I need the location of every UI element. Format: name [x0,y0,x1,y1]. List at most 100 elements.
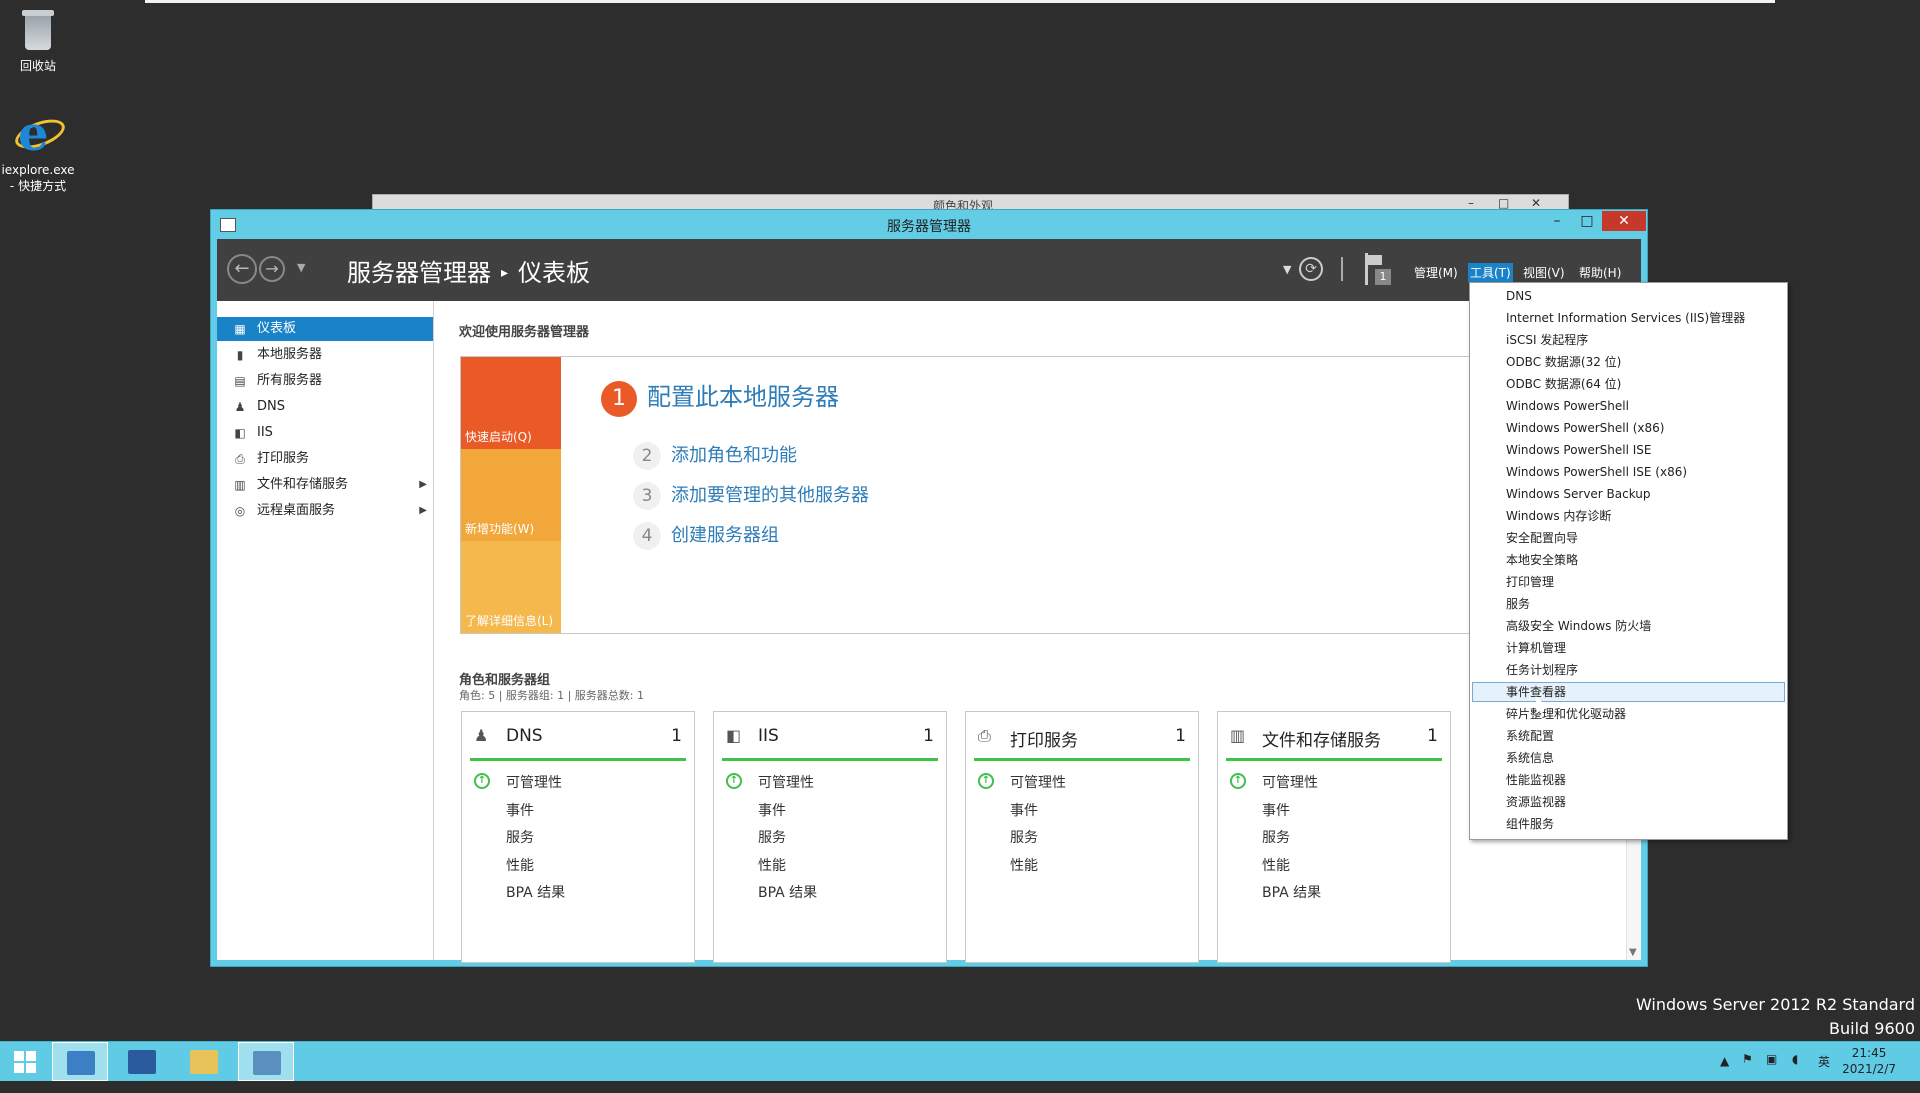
menu-view[interactable]: 视图(V) [1521,263,1567,282]
sidebar-item-file-storage[interactable]: ▥ 文件和存储服务 ▶ [217,473,433,497]
minimize-button[interactable]: – [1542,211,1572,231]
sidebar-item-iis[interactable]: ◧ IIS [217,421,433,445]
bg-maximize-button[interactable]: □ [1498,196,1509,210]
role-row-services[interactable]: 服务 [1262,827,1290,847]
role-row-manageability[interactable]: 可管理性 [758,772,814,792]
role-row-events[interactable]: 事件 [758,800,786,820]
tray-overflow-icon[interactable]: ▲ [1720,1054,1729,1093]
maximize-button[interactable]: □ [1572,211,1602,231]
menu-item-odbc-64[interactable]: ODBC 数据源(64 位) [1506,375,1621,393]
role-row-performance[interactable]: 性能 [1010,855,1038,875]
role-row-bpa[interactable]: BPA 结果 [1262,882,1321,902]
desktop-icon-iexplore[interactable]: e iexplore.exe - 快捷方式 [0,110,78,194]
step-create-server-group[interactable]: 4 创建服务器组 [633,521,779,550]
role-row-bpa[interactable]: BPA 结果 [758,882,817,902]
sidebar-item-local-server[interactable]: ▮ 本地服务器 [217,343,433,367]
menu-item-powershell[interactable]: Windows PowerShell [1506,397,1629,415]
role-row-performance[interactable]: 性能 [506,855,534,875]
role-row-manageability[interactable]: 可管理性 [1262,772,1318,792]
menu-manage[interactable]: 管理(M) [1412,263,1460,282]
step-add-servers[interactable]: 3 添加要管理的其他服务器 [633,481,869,510]
menu-item-services[interactable]: 服务 [1506,595,1530,613]
role-row-services[interactable]: 服务 [506,827,534,847]
refresh-icon[interactable]: ⟳ [1299,257,1323,281]
breadcrumb-root[interactable]: 服务器管理器 [347,259,491,287]
step-link[interactable]: 添加角色和功能 [671,445,797,466]
sidebar-item-all-servers[interactable]: ▤ 所有服务器 [217,369,433,393]
menu-item-defrag[interactable]: 碎片整理和优化驱动器 [1506,705,1626,723]
expand-arrow-icon[interactable]: ▶ [419,499,427,523]
menu-item-iscsi-initiator[interactable]: iSCSI 发起程序 [1506,331,1588,349]
role-row-performance[interactable]: 性能 [1262,855,1290,875]
bg-close-button[interactable]: ✕ [1531,196,1541,210]
taskbar-file-explorer[interactable] [176,1042,232,1081]
role-tile-print-services[interactable]: ⎙ 打印服务 1 ↑ 可管理性 事件 服务 性能 [965,711,1199,963]
menu-help[interactable]: 帮助(H) [1577,263,1623,282]
menu-item-local-security-policy[interactable]: 本地安全策略 [1506,551,1578,569]
role-row-events[interactable]: 事件 [506,800,534,820]
role-row-events[interactable]: 事件 [1010,800,1038,820]
close-button[interactable]: ✕ [1602,211,1646,231]
scroll-down-icon[interactable]: ▼ [1629,947,1637,958]
notifications-flag-icon[interactable]: 1 [1363,253,1391,285]
menu-item-powershell-ise-x86[interactable]: Windows PowerShell ISE (x86) [1506,463,1687,481]
bg-minimize-button[interactable]: – [1468,196,1474,210]
tray-flag-icon[interactable]: ⚑ [1742,1052,1753,1091]
sidebar-item-remote-desktop[interactable]: ◎ 远程桌面服务 ▶ [217,499,433,523]
history-dropdown-icon[interactable]: ▼ [297,261,305,274]
menu-item-task-scheduler[interactable]: 任务计划程序 [1506,661,1578,679]
role-row-performance[interactable]: 性能 [758,855,786,875]
step-configure-local-server[interactable]: 1 配置此本地服务器 [601,377,839,417]
menu-item-odbc-32[interactable]: ODBC 数据源(32 位) [1506,353,1621,371]
sidebar-item-dns[interactable]: ♟ DNS [217,395,433,419]
sidebar-item-dashboard[interactable]: ▦ 仪表板 [217,317,433,341]
step-link[interactable]: 添加要管理的其他服务器 [671,485,869,506]
role-row-manageability[interactable]: 可管理性 [506,772,562,792]
menu-item-system-config[interactable]: 系统配置 [1506,727,1554,745]
menu-item-server-backup[interactable]: Windows Server Backup [1506,485,1651,503]
tile-quick-start[interactable]: 快速启动(Q) [461,357,561,449]
role-tile-file-storage[interactable]: ▥ 文件和存储服务 1 ↑ 可管理性 事件 服务 性能 BPA 结果 [1217,711,1451,963]
tray-network-icon[interactable]: ▣ [1766,1052,1777,1091]
menu-item-component-services[interactable]: 组件服务 [1506,815,1554,833]
tile-whats-new[interactable]: 新增功能(W) [461,449,561,541]
tile-learn-more[interactable]: 了解详细信息(L) [461,541,561,633]
forward-button[interactable]: → [259,256,285,282]
step-link[interactable]: 配置此本地服务器 [647,383,839,411]
menu-item-print-management[interactable]: 打印管理 [1506,573,1554,591]
tray-volume-icon[interactable]: ◖ [1792,1052,1798,1091]
role-tile-dns[interactable]: ♟ DNS 1 ↑ 可管理性 事件 服务 性能 BPA 结果 [461,711,695,963]
header-dropdown-icon[interactable]: ▼ [1283,263,1291,276]
menu-item-security-wizard[interactable]: 安全配置向导 [1506,529,1578,547]
menu-item-iis-manager[interactable]: Internet Information Services (IIS)管理器 [1506,309,1745,327]
menu-item-resource-monitor[interactable]: 资源监视器 [1506,793,1566,811]
menu-item-dns[interactable]: DNS [1506,287,1532,305]
taskbar-clock[interactable]: 21:45 2021/2/7 [1842,1045,1896,1077]
menu-item-powershell-x86[interactable]: Windows PowerShell (x86) [1506,419,1664,437]
menu-item-system-info[interactable]: 系统信息 [1506,749,1554,767]
step-link[interactable]: 创建服务器组 [671,525,779,546]
role-row-services[interactable]: 服务 [1010,827,1038,847]
desktop-icon-recycle-bin[interactable]: 回收站 [0,6,78,74]
menu-item-firewall[interactable]: 高级安全 Windows 防火墙 [1506,617,1651,635]
role-row-services[interactable]: 服务 [758,827,786,847]
back-button[interactable]: ← [227,254,257,284]
menu-tools[interactable]: 工具(T) [1468,263,1513,282]
role-row-events[interactable]: 事件 [1262,800,1290,820]
role-tile-iis[interactable]: ◧ IIS 1 ↑ 可管理性 事件 服务 性能 BPA 结果 [713,711,947,963]
menu-item-powershell-ise[interactable]: Windows PowerShell ISE [1506,441,1652,459]
step-add-roles[interactable]: 2 添加角色和功能 [633,441,797,470]
expand-arrow-icon[interactable]: ▶ [419,473,427,497]
taskbar-control-panel[interactable] [238,1042,294,1081]
taskbar-server-manager[interactable] [52,1042,108,1081]
title-bar[interactable]: 服务器管理器 – □ ✕ [211,210,1647,239]
role-row-bpa[interactable]: BPA 结果 [506,882,565,902]
menu-item-performance-monitor[interactable]: 性能监视器 [1506,771,1566,789]
sidebar-item-print-services[interactable]: ⎙ 打印服务 [217,447,433,471]
taskbar-powershell[interactable] [114,1042,170,1081]
menu-item-computer-management[interactable]: 计算机管理 [1506,639,1566,657]
tray-language-indicator[interactable]: 英 [1818,1053,1830,1092]
role-row-manageability[interactable]: 可管理性 [1010,772,1066,792]
menu-item-memory-diagnostic[interactable]: Windows 内存诊断 [1506,507,1611,525]
start-button[interactable] [0,1042,56,1081]
